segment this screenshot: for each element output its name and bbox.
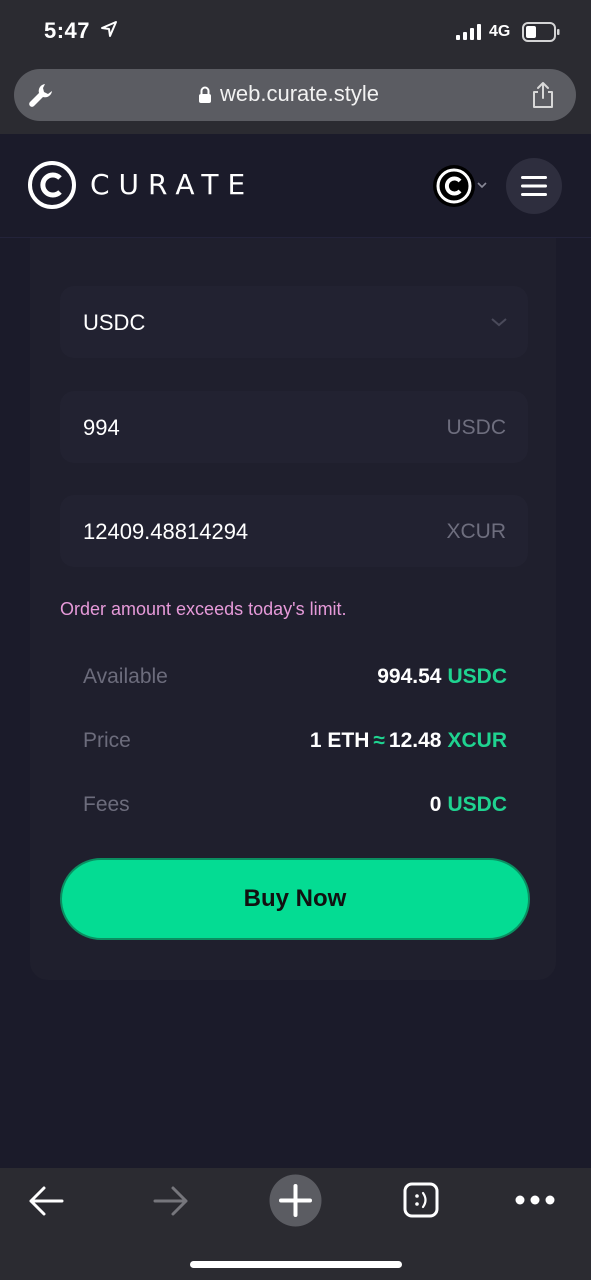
phone-screen: 5:47 4G web.curate.style CURATE USDC 994… — [0, 0, 591, 1280]
brand-name: CURATE — [90, 168, 255, 201]
price-amount: 1 ETH ≈12.48 XCUR — [309, 729, 507, 752]
amount-input[interactable]: 994 USDC — [60, 391, 528, 463]
available-unit: USDC — [447, 665, 507, 688]
browser-toolbar — [0, 1168, 591, 1280]
url-text: web.curate.style — [220, 81, 379, 106]
status-bar: 5:47 4G — [0, 0, 591, 64]
price-label: Price — [83, 729, 131, 752]
price-unit: XCUR — [447, 729, 507, 752]
new-tab-plus-icon[interactable] — [269, 1174, 322, 1227]
hamburger-icon — [521, 176, 547, 196]
purchase-card: USDC 994 USDC 12409.48814294 XCUR Order … — [30, 238, 556, 980]
menu-button[interactable] — [506, 158, 562, 214]
fees-row: Fees 0 USDC — [83, 793, 507, 823]
receive-value: 12409.48814294 — [83, 519, 249, 544]
more-options-icon[interactable] — [515, 1194, 555, 1206]
home-indicator[interactable] — [190, 1261, 402, 1268]
curate-logo-icon[interactable] — [28, 161, 76, 209]
amount-value: 994 — [83, 415, 120, 440]
location-arrow-icon — [101, 21, 117, 37]
available-label: Available — [83, 665, 168, 688]
fees-unit: USDC — [447, 793, 507, 816]
tabs-icon[interactable] — [403, 1182, 439, 1218]
network-type: 4G — [489, 23, 511, 40]
receive-input[interactable]: 12409.48814294 XCUR — [60, 495, 528, 567]
status-time: 5:47 — [44, 18, 91, 43]
url-field[interactable]: web.curate.style — [14, 69, 576, 121]
forward-arrow-icon[interactable] — [152, 1184, 190, 1218]
currency-select-value: USDC — [83, 310, 146, 335]
wrench-icon[interactable] — [28, 82, 54, 108]
price-row: Price 1 ETH ≈12.48 XCUR — [83, 729, 507, 759]
signal-bars-icon — [456, 24, 481, 40]
fees-label: Fees — [83, 793, 130, 816]
lock-icon — [199, 86, 211, 103]
available-amount: 994.54 USDC — [377, 665, 507, 688]
back-arrow-icon[interactable] — [27, 1184, 65, 1218]
app-header: CURATE — [0, 134, 591, 238]
share-icon[interactable] — [530, 81, 556, 109]
chevron-down-icon[interactable] — [476, 180, 488, 190]
token-avatar-icon[interactable] — [432, 164, 476, 208]
fees-amount: 0 USDC — [429, 793, 507, 816]
available-row: Available 994.54 USDC — [83, 665, 507, 695]
receive-unit: XCUR — [446, 520, 506, 543]
buy-now-button[interactable]: Buy Now — [60, 858, 530, 940]
currency-select[interactable]: USDC — [60, 286, 528, 358]
amount-unit: USDC — [446, 416, 506, 439]
chevron-down-icon — [491, 318, 507, 327]
approx-symbol: ≈ — [373, 729, 385, 752]
browser-address-bar: web.curate.style — [0, 64, 591, 134]
battery-icon — [522, 22, 560, 42]
error-message: Order amount exceeds today's limit. — [60, 599, 347, 619]
